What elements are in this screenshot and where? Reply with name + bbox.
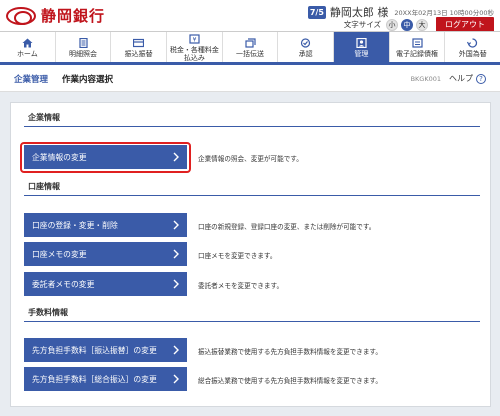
logout-button[interactable]: ログアウト <box>436 17 494 32</box>
payment-icon: ¥ <box>189 33 200 44</box>
section-title-fees: 手数料情報 <box>28 308 68 317</box>
company-info-change-button[interactable]: 企業情報の変更 <box>24 145 187 169</box>
font-size-small-button[interactable]: 小 <box>386 18 398 31</box>
transfer-icon <box>133 38 145 48</box>
bank-logo[interactable]: 静岡銀行 <box>6 5 105 26</box>
chevron-right-icon <box>173 249 179 259</box>
help-link[interactable]: ヘルプ ? <box>449 73 486 84</box>
menu-button-label: 口座の登録・変更・削除 <box>32 220 118 230</box>
consignor-memo-button[interactable]: 委託者メモの変更 <box>24 272 187 296</box>
user-badge-icon: 7/5 <box>307 5 326 19</box>
bank-name: 静岡銀行 <box>41 7 106 25</box>
chevron-right-icon <box>173 152 179 162</box>
chevron-right-icon <box>173 279 179 289</box>
forex-icon <box>467 37 478 48</box>
section-title-account: 口座情報 <box>28 182 60 191</box>
menu-button-label: 委託者メモの変更 <box>32 279 95 289</box>
section-divider <box>24 126 480 127</box>
page-header-right: BKGK001 ヘルプ ? <box>411 73 486 84</box>
home-icon <box>22 38 33 48</box>
nav-label: 承認 <box>298 49 313 58</box>
font-size-label: 文字サイズ <box>343 20 381 29</box>
nav-item-payment[interactable]: ¥ 税金・各種料金払込み <box>167 32 223 62</box>
account-memo-button[interactable]: 口座メモの変更 <box>24 242 187 266</box>
menu-description: 委託者メモを変更できます。 <box>198 282 284 290</box>
nav-item-transfer[interactable]: 振込振替 <box>111 32 168 62</box>
global-nav: ホーム 明細照会 振込振替 ¥ 税金・各種料金払込み 一括伝送 承認 管理 電子… <box>0 31 500 65</box>
login-datetime: 20XX年02月13日 10時00分00秒 <box>394 9 494 17</box>
ereceivable-icon <box>411 37 423 48</box>
menu-description: 振込振替業務で使用する先方負担手数料情報を変更できます。 <box>198 348 382 356</box>
nav-label: 振込振替 <box>124 49 153 58</box>
nav-item-home[interactable]: ホーム <box>0 32 56 62</box>
chevron-right-icon <box>173 345 179 355</box>
svg-text:¥: ¥ <box>192 36 196 43</box>
nav-label: 明細照会 <box>69 49 97 58</box>
font-size-large-button[interactable]: 大 <box>416 18 428 31</box>
section-title-company: 企業情報 <box>28 113 60 122</box>
screen-code: BKGK001 <box>410 74 441 83</box>
nav-item-approval[interactable]: 承認 <box>278 32 335 62</box>
nav-label: 外国為替 <box>458 49 487 58</box>
bulk-transfer-fee-change-button[interactable]: 先方負担手数料［総合振込］の変更 <box>24 367 187 391</box>
nav-label: 一括伝送 <box>236 49 265 58</box>
page-header: 企業管理 作業内容選択 BKGK001 ヘルプ ? <box>0 66 500 92</box>
menu-button-label: 先方負担手数料［総合振込］の変更 <box>32 374 157 384</box>
account-register-button[interactable]: 口座の登録・変更・削除 <box>24 213 187 237</box>
menu-button-label: 先方負担手数料［振込振替］の変更 <box>32 345 157 355</box>
menu-panel: 企業情報 企業情報の変更 企業情報の照会、変更が可能です。 口座情報 口座の登録… <box>10 102 491 407</box>
top-header: 静岡銀行 7/5 静岡太郎 様 20XX年02月13日 10時00分00秒 文字… <box>0 0 500 32</box>
font-size-controls: 文字サイズ 小 中 大 ログアウト <box>344 17 494 32</box>
chevron-right-icon <box>173 220 179 230</box>
nav-item-batch[interactable]: 一括伝送 <box>223 32 279 62</box>
document-icon <box>78 37 89 48</box>
menu-button-label: 企業情報の変更 <box>32 152 87 162</box>
chevron-right-icon <box>173 374 179 384</box>
page-title: 作業内容選択 <box>62 74 114 85</box>
main-content: 企業情報 企業情報の変更 企業情報の照会、変更が可能です。 口座情報 口座の登録… <box>0 92 500 416</box>
nav-label: ホーム <box>16 49 38 58</box>
section-divider <box>24 195 480 196</box>
admin-icon <box>356 37 367 48</box>
transfer-fee-change-button[interactable]: 先方負担手数料［振込振替］の変更 <box>24 338 187 362</box>
nav-label: 税金・各種料金払込み <box>169 45 219 62</box>
nav-item-ereceivable[interactable]: 電子記録債権 <box>390 32 446 62</box>
menu-description: 企業情報の照会、変更が可能です。 <box>198 155 303 163</box>
menu-description: 口座の新規登録、登録口座の変更、または削除が可能です。 <box>198 223 376 231</box>
bank-logo-mark <box>6 6 36 25</box>
nav-label: 電子記録債権 <box>396 49 439 58</box>
menu-description: 総合振込業務で使用する先方負担手数料情報を変更できます。 <box>198 377 382 385</box>
batch-icon <box>244 37 256 48</box>
approval-icon <box>300 37 311 48</box>
section-divider <box>24 321 480 322</box>
nav-label: 管理 <box>354 49 369 58</box>
nav-item-statement[interactable]: 明細照会 <box>56 32 112 62</box>
breadcrumb-section: 企業管理 <box>14 74 49 85</box>
nav-item-forex[interactable]: 外国為替 <box>445 32 500 62</box>
nav-item-admin[interactable]: 管理 <box>334 32 390 62</box>
help-label: ヘルプ <box>449 74 473 83</box>
font-size-medium-button[interactable]: 中 <box>401 18 413 31</box>
menu-description: 口座メモを変更できます。 <box>198 252 277 260</box>
menu-button-label: 口座メモの変更 <box>32 249 87 259</box>
help-icon: ? <box>476 73 486 84</box>
